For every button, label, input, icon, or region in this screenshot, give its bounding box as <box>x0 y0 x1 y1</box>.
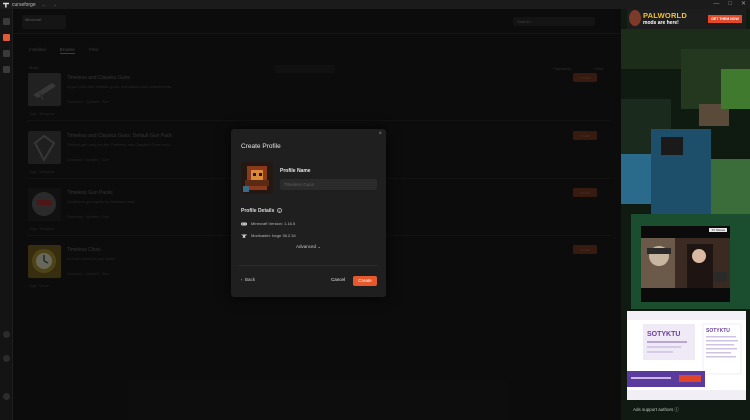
minecraft-version-row: Minecraft Version: 1.16.5 <box>241 221 295 226</box>
profile-name-field[interactable] <box>280 179 377 190</box>
advanced-toggle[interactable]: Advanced ⌄ <box>231 244 386 250</box>
info-icon[interactable]: i <box>276 208 282 213</box>
profile-image[interactable] <box>241 162 273 194</box>
cancel-button[interactable]: Cancel <box>331 277 345 282</box>
create-profile-dialog: × Create Profile Profile Name Profile De… <box>231 129 386 297</box>
maximize-button[interactable]: □ <box>728 0 732 9</box>
video-ad-frame-image <box>641 226 730 302</box>
pal-creature-icon <box>629 10 641 26</box>
svg-text:SOTYKTU: SOTYKTU <box>706 328 730 334</box>
palworld-ad-banner[interactable]: PALWORLD mods are here! GET THEM NOW <box>627 9 746 29</box>
window-controls: — □ ✕ <box>713 0 746 9</box>
add-game-icon[interactable] <box>2 66 10 73</box>
advanced-label: Advanced <box>295 244 316 249</box>
left-nav <box>0 9 13 420</box>
curseforge-logo-icon <box>3 2 9 8</box>
ads-support-text: Ads support authors <box>633 407 674 412</box>
close-icon[interactable]: × <box>378 131 382 137</box>
avatar[interactable] <box>3 393 10 400</box>
ad-title: PALWORLD <box>643 11 687 20</box>
minecraft-game-icon[interactable] <box>2 34 10 41</box>
gamepad-icon <box>241 222 247 226</box>
home-icon[interactable] <box>2 18 10 25</box>
medication-ad[interactable]: SOTYKTU SOTYKTU <box>627 311 746 400</box>
chevron-down-icon: ⌄ <box>317 244 322 249</box>
profile-name-label: Profile Name <box>280 168 311 174</box>
title-bar: curseforge ← → — □ ✕ <box>0 0 750 9</box>
modloader-row: Modloader: forge 36.2.34 <box>241 233 296 238</box>
game-icon[interactable] <box>2 50 10 57</box>
profile-details-label: Profile Details i <box>241 208 282 214</box>
settings-icon[interactable] <box>3 331 10 338</box>
back-button[interactable]: ‹ Back <box>241 277 255 282</box>
minecraft-version-text: Minecraft Version: 1.16.5 <box>251 221 296 226</box>
create-button[interactable]: Create <box>353 276 377 286</box>
close-window-button[interactable]: ✕ <box>741 0 746 9</box>
history-nav[interactable]: ← → <box>42 2 59 8</box>
medication-ad-image: SOTYKTU SOTYKTU <box>627 311 746 400</box>
minimize-button[interactable]: — <box>713 0 719 9</box>
video-ad[interactable]: TV Shows <box>641 226 730 302</box>
app-name: curseforge <box>12 1 36 8</box>
divider <box>239 265 378 266</box>
dialog-title: Create Profile <box>241 143 281 150</box>
notification-icon[interactable] <box>3 355 10 362</box>
modloader-text: Modloader: forge 36.2.34 <box>251 233 296 238</box>
info-icon: ⓘ <box>674 407 680 412</box>
ads-support-authors[interactable]: Ads support authors ⓘ <box>633 407 679 413</box>
ad-subtitle: mods are here! <box>643 20 679 26</box>
svg-text:SOTYKTU: SOTYKTU <box>647 331 680 338</box>
ad-cta-button[interactable]: GET THEM NOW <box>708 15 742 23</box>
chevron-left-icon: ‹ <box>241 277 243 282</box>
profile-details-text: Profile Details <box>241 208 275 214</box>
anvil-icon <box>241 234 247 238</box>
back-label: Back <box>245 277 256 282</box>
video-ad-tag: TV Shows <box>709 228 727 232</box>
